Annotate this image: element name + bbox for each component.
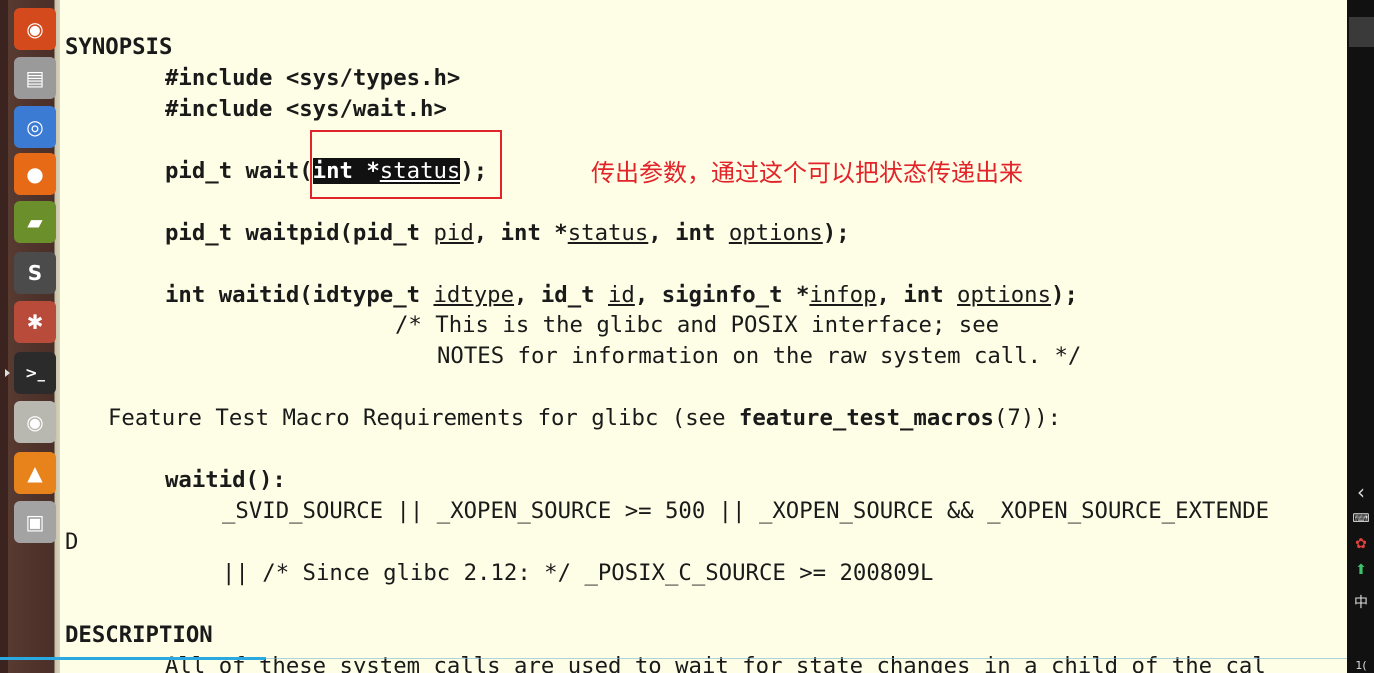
settings-icon[interactable]: ✱: [14, 301, 56, 343]
waitid-id-param: id: [608, 282, 635, 308]
include-types-line: #include <sys/types.h>: [165, 65, 461, 91]
comment-line-1: /* This is the glibc and POSIX interface…: [395, 312, 1000, 338]
waitpid-p1: pid_t waitpid(pid_t: [165, 220, 434, 246]
desktop-screen: ◉ ▤ ◎ ● ▰ S ✱ >_ ◉ ▲ ▣ SYNOPSIS #include <sys/type…: [0, 0, 1374, 673]
clock-fragment: 1(: [1355, 658, 1367, 672]
feature-p2: (7)):: [993, 405, 1062, 431]
terminal-man-page[interactable]: SYNOPSIS #include <sys/types.h> #include…: [61, 0, 1347, 673]
description-heading: DESCRIPTION: [65, 622, 213, 648]
waitid-declaration: int waitid(idtype_t idtype, id_t id, sig…: [165, 280, 1078, 311]
video-progress-track[interactable]: [265, 658, 1347, 659]
ubuntu-dash-icon[interactable]: ◉: [14, 8, 56, 50]
waitid-options-param: options: [957, 282, 1052, 308]
waitid-label: waitid():: [165, 467, 286, 493]
highlight-annotation-box: [310, 130, 502, 199]
feature-test-line: Feature Test Macro Requirements for glib…: [108, 403, 1061, 434]
annotation-text: 传出参数，通过这个可以把状态传递出来: [591, 159, 1023, 187]
disk-icon[interactable]: ◉: [14, 401, 56, 443]
keyboard-icon[interactable]: ⌨: [1351, 508, 1371, 528]
collapse-arrow-icon[interactable]: ‹: [1351, 480, 1371, 504]
waitid-p2: , id_t: [514, 282, 608, 308]
wrapped-d-line: D: [65, 529, 79, 555]
waitpid-p2: , int *: [473, 220, 568, 246]
waitpid-p4: );: [822, 220, 850, 246]
feature-p1: Feature Test Macro Requirements for glib…: [108, 405, 739, 431]
waitpid-options-param: options: [728, 220, 823, 246]
svid-source-line: _SVID_SOURCE || _XOPEN_SOURCE >= 500 || …: [222, 498, 1270, 524]
flower-icon[interactable]: ✿: [1351, 534, 1371, 554]
include-wait-line: #include <sys/wait.h>: [165, 96, 447, 122]
launcher-edge: [0, 0, 8, 673]
waitid-p1: int waitid(idtype_t: [165, 282, 434, 308]
unity-launcher: ◉ ▤ ◎ ● ▰ S ✱ >_ ◉ ▲ ▣: [0, 0, 60, 673]
comment-line-2: NOTES for information on the raw system …: [437, 343, 1082, 369]
waitid-p5: );: [1051, 282, 1078, 308]
description-first-line: All of these system calls are used to wa…: [165, 653, 1266, 673]
input-method-indicator[interactable]: 中: [1351, 592, 1371, 612]
feature-macros-ref: feature_test_macros: [738, 405, 994, 431]
waitpid-p3: , int: [648, 220, 729, 246]
waitpid-status-param: status: [567, 220, 649, 246]
chromium-icon[interactable]: ◎: [14, 106, 56, 148]
wait-decl-prefix: pid_t wait(: [165, 158, 313, 184]
terminal-icon[interactable]: >_: [5, 352, 56, 394]
video-progress-bar[interactable]: [0, 657, 265, 660]
since-glibc-line: || /* Since glibc 2.12: */ _POSIX_C_SOUR…: [222, 560, 934, 586]
vlc-icon[interactable]: ▲: [14, 452, 56, 494]
waitid-p3: , siginfo_t *: [634, 282, 810, 308]
waitpid-pid-param: pid: [433, 220, 474, 246]
right-panel: ‹ ⌨ ✿ ⬆ 中 1(: [1347, 0, 1374, 673]
waitid-idtype-param: idtype: [433, 282, 515, 308]
files-icon[interactable]: ▤: [14, 57, 56, 99]
update-arrow-icon[interactable]: ⬆: [1351, 560, 1371, 580]
synopsis-heading: SYNOPSIS: [65, 34, 173, 60]
waitid-p4: , int: [876, 282, 958, 308]
firefox-icon[interactable]: ●: [14, 153, 56, 195]
panel-tab[interactable]: [1349, 17, 1374, 47]
sublime-icon[interactable]: S: [14, 252, 56, 294]
books-icon[interactable]: ▰: [14, 201, 56, 243]
waitid-infop-param: infop: [809, 282, 877, 308]
waitpid-declaration: pid_t waitpid(pid_t pid, int *status, in…: [165, 218, 850, 249]
save-icon[interactable]: ▣: [14, 501, 56, 543]
